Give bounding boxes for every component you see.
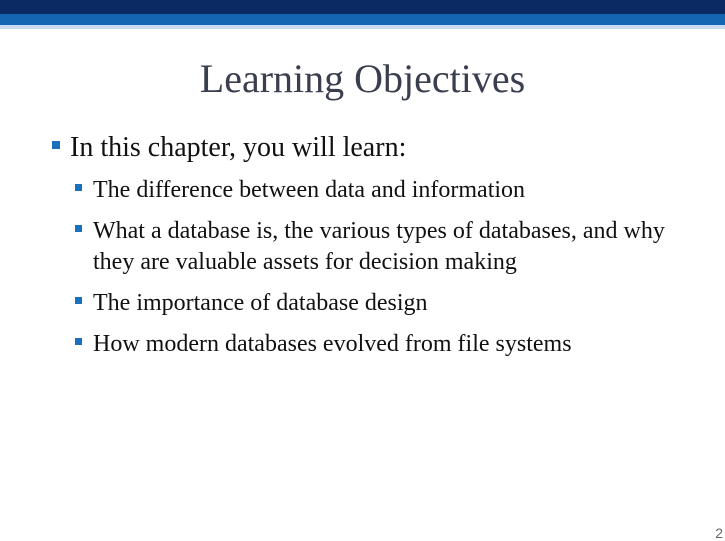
list-item: How modern databases evolved from file s… (74, 329, 694, 360)
list-item-text: How modern databases evolved from file s… (93, 331, 572, 357)
square-bullet-icon (75, 225, 82, 232)
header-band-dark (0, 0, 725, 14)
header-band-mid (0, 14, 725, 25)
list-item-text: The difference between data and informat… (93, 177, 526, 203)
square-bullet-icon (52, 141, 60, 149)
list-item: The importance of database design (74, 288, 694, 319)
slide-title: Learning Objectives (199, 56, 526, 101)
list-item-text: What a database is, the various types of… (93, 218, 665, 275)
header-band-light (0, 25, 725, 29)
square-bullet-icon (75, 297, 82, 304)
square-bullet-icon (75, 338, 82, 345)
square-bullet-icon (75, 184, 82, 191)
page-number: 2 (715, 525, 723, 541)
sub-bullet-list: The difference between data and informat… (74, 175, 694, 370)
list-item-text: The importance of database design (93, 290, 428, 316)
main-bullet-text: In this chapter, you will learn: (70, 132, 407, 163)
list-item: The difference between data and informat… (74, 175, 694, 206)
list-item: What a database is, the various types of… (74, 216, 694, 278)
